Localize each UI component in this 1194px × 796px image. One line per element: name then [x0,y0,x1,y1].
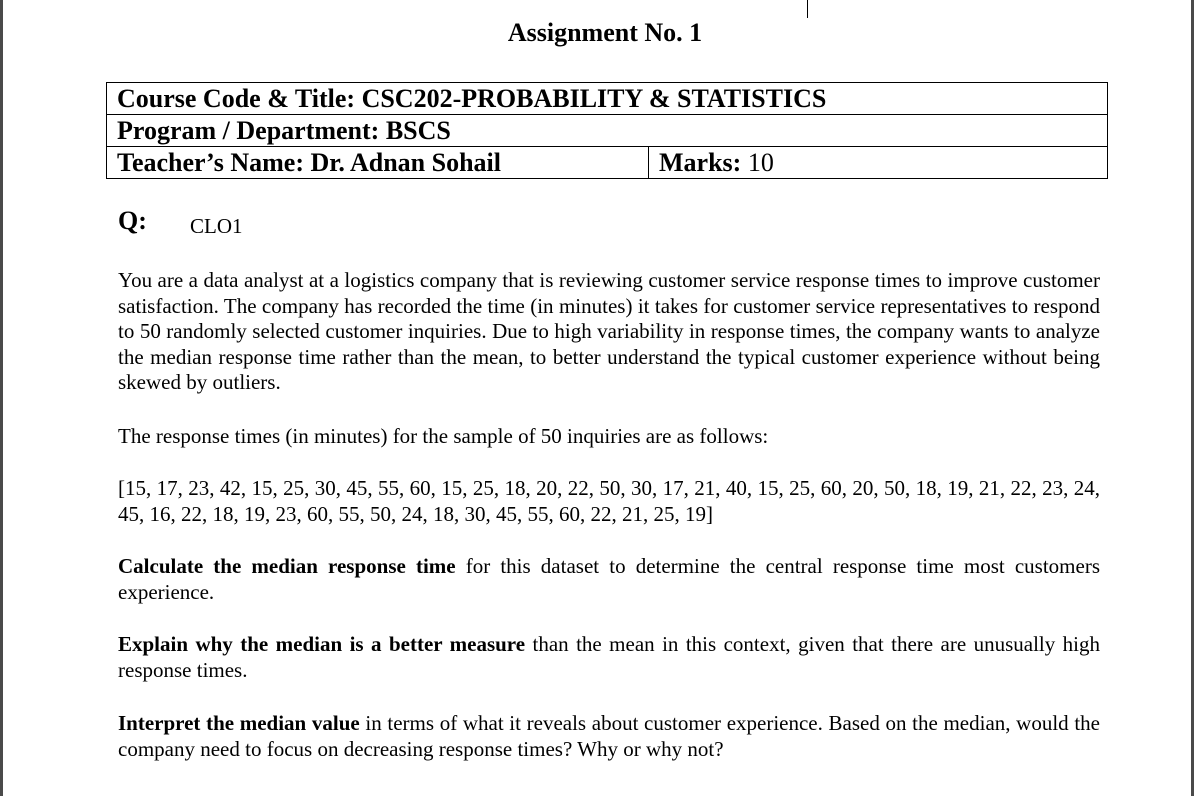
task-2-bold: Explain why the median is a better measu… [118,632,526,656]
sample-intro: The response times (in minutes) for the … [118,424,769,448]
task-explain-median: Explain why the median is a better measu… [118,632,1100,683]
page-edge-left [0,0,3,796]
course-row: Course Code & Title: CSC202-PROBABILITY … [106,82,1108,115]
response-times-data: [15, 17, 23, 42, 15, 25, 30, 45, 55, 60,… [118,476,1100,526]
task-3-bold: Interpret the median value [118,711,360,735]
marks-label: Marks: [659,147,742,177]
marks-value: 10 [747,147,774,177]
task-calculate-median: Calculate the median response time for t… [118,554,1100,605]
task-1-bold: Calculate the median response time [118,554,456,578]
clo-tag: CLO1 [190,214,243,238]
teacher-name: Teacher’s Name: Dr. Adnan Sohail [106,146,649,179]
marks-cell: Marks: 10 [648,146,1108,179]
question-label: Q: [118,206,147,235]
question-intro: You are a data analyst at a logistics co… [118,268,1100,394]
document-title: Assignment No. 1 [507,18,703,47]
task-interpret-median: Interpret the median value in terms of w… [118,711,1100,762]
course-code-title: Course Code & Title: CSC202-PROBABILITY … [106,82,1108,115]
program-department: Program / Department: BSCS [106,114,1108,147]
question-label-line: Q: [118,206,147,236]
course-info-table: Course Code & Title: CSC202-PROBABILITY … [106,82,1108,179]
program-row: Program / Department: BSCS [106,114,1108,147]
teacher-row: Teacher’s Name: Dr. Adnan Sohail Marks: … [106,146,1108,179]
text-cursor [807,0,808,18]
